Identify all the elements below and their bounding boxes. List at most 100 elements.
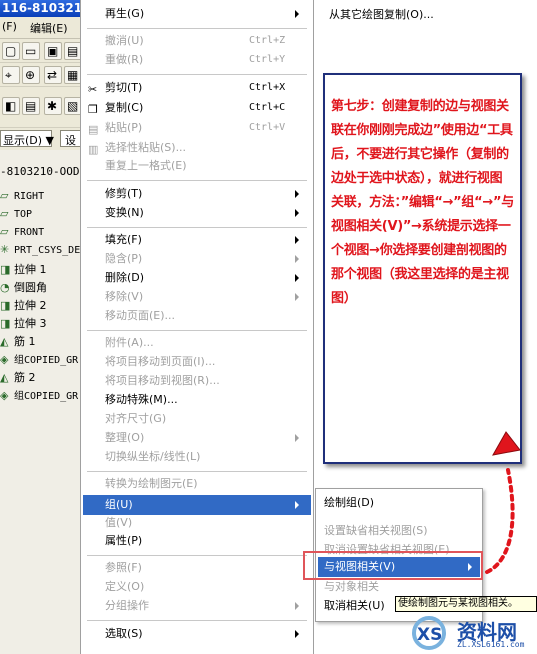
menu-item-copy[interactable]: ❐ 复制(C) Ctrl+C: [83, 98, 311, 118]
submenu-arrow-icon: [295, 293, 299, 301]
tree-item[interactable]: ▱ TOP: [0, 207, 32, 225]
menu-separator: [87, 227, 307, 228]
submenu-arrow-icon: [295, 255, 299, 263]
menu-separator: [87, 620, 307, 621]
submenu-arrow-icon: [295, 602, 299, 610]
tree-item[interactable]: ◭ 筋 1: [0, 333, 36, 351]
menu-item-select[interactable]: 选取(S): [83, 624, 311, 644]
repaint-icon[interactable]: ⌖: [2, 66, 20, 84]
menu-item-paste-special: ▥ 选择性粘贴(S)...: [83, 138, 311, 158]
watermark: XS 资料网 ZL.XSL6161.com: [405, 612, 537, 654]
submenu-arrow-icon: [295, 274, 299, 282]
datum-plane-icon: ▱: [0, 207, 9, 220]
tutorial-note-text: 第七步：创建复制的边与视图关联在你刚刚完成边”使用边“工具后，不要进行其它操作（…: [331, 99, 514, 306]
tree-item[interactable]: ✳ PRT_CSYS_DE: [0, 243, 80, 261]
zoom-icon[interactable]: ⊕: [22, 66, 40, 84]
save-icon[interactable]: ▣: [44, 42, 62, 60]
menu-item-group-operations: 分组操作: [83, 596, 311, 616]
tutorial-note-box: 第七步：创建复制的边与视图关联在你刚刚完成边”使用边“工具后，不要进行其它操作（…: [323, 73, 522, 464]
rib-icon: ◭: [0, 335, 9, 348]
scissors-icon: ✂: [88, 83, 98, 96]
regenerate-submenu: 从其它绘图复制(O)...: [315, 0, 537, 40]
csys-icon: ✳: [0, 243, 10, 256]
submenu-arrow-icon: [295, 10, 299, 18]
menu-item-trim[interactable]: 修剪(T): [83, 184, 311, 204]
menu-separator: [87, 471, 307, 472]
svg-text:XS: XS: [417, 625, 442, 645]
display-dropdown[interactable]: 显示(D) ▼: [0, 130, 54, 147]
group-icon: ◈: [0, 353, 9, 366]
submenu-item-relate-to-object: 与对象相关: [324, 580, 379, 593]
submenu-arrow-icon: [295, 630, 299, 638]
menu-item-attach: 附件(A)...: [105, 336, 154, 349]
submenu-arrow-icon: [295, 236, 299, 244]
copy-icon: ❐: [88, 103, 98, 116]
regenerate-icon[interactable]: ⇄: [44, 66, 62, 84]
menu-item-align-dimensions: 对齐尺寸(G): [105, 412, 167, 425]
menu-item-move-page: 移动页面(E)...: [105, 309, 176, 322]
submenu-arrow-icon: [295, 501, 299, 509]
menu-item-properties[interactable]: 属性(P): [83, 531, 311, 551]
paste-icon: ▤: [88, 123, 99, 136]
layer-icon[interactable]: ◧: [2, 97, 20, 115]
edit-menu: 再生(G) 撤消(U) Ctrl+Z 重做(R) Ctrl+Y ✂ 剪切(T) Ctrl…: [80, 0, 314, 654]
tree-item[interactable]: ◨ 拉伸 3: [0, 315, 47, 333]
target-highlight-frame: [303, 551, 483, 580]
menu-item-group[interactable]: 组(U): [83, 495, 311, 515]
tree-item[interactable]: ▱ RIGHT: [0, 189, 44, 207]
menu-item-paste: ▤ 粘贴(P) Ctrl+V: [83, 118, 311, 138]
menu-item-transform[interactable]: 变换(N): [83, 203, 311, 223]
menu-item-references: 参照(F): [105, 561, 142, 574]
open-folder-icon[interactable]: ▭: [22, 42, 40, 60]
new-file-icon[interactable]: ▢: [2, 42, 20, 60]
tree-item[interactable]: ▱ FRONT: [0, 225, 44, 243]
menu-item-fill[interactable]: 填充(F): [83, 230, 311, 250]
menu-item-value: 值(V): [105, 516, 133, 529]
datum-plane-icon: ▱: [0, 225, 9, 238]
menu-item-regenerate[interactable]: 再生(G): [83, 4, 311, 24]
datum-plane-icon: ▱: [0, 189, 9, 202]
menu-item-undo: 撤消(U) Ctrl+Z: [105, 34, 286, 47]
menu-separator: [87, 330, 307, 331]
menu-item-delete[interactable]: 删除(D): [83, 268, 311, 288]
menu-item-redo: 重做(R) Ctrl+Y: [105, 53, 286, 66]
menu-separator: [87, 555, 307, 556]
tree-item[interactable]: ◭ 筋 2: [0, 369, 36, 387]
copy-from-other-drawing-item[interactable]: 从其它绘图复制(O)...: [329, 6, 434, 22]
submenu-item-set-default-view: 设置缺省相关视图(S): [324, 524, 428, 537]
round-icon: ◔: [0, 281, 10, 294]
submenu-item-draft-group[interactable]: 绘制组(D): [318, 493, 480, 513]
watermark-url: ZL.XSL6161.com: [457, 640, 525, 649]
rib-icon: ◭: [0, 371, 9, 384]
model-tree-root[interactable]: -8103210-OOD.: [0, 165, 86, 178]
tooltip: 使绘制图元与某视图相关。: [395, 596, 537, 612]
menu-file[interactable]: (F): [2, 20, 17, 33]
menu-separator: [87, 28, 307, 29]
group-icon: ◈: [0, 389, 9, 402]
menu-item-convert-to-draft: 转换为绘制图元(E): [105, 477, 198, 490]
tree-item[interactable]: ◨ 拉伸 2: [0, 297, 47, 315]
note-icon[interactable]: ▤: [22, 97, 40, 115]
menu-item-cleanup: 整理(O): [83, 428, 311, 448]
extrude-icon: ◨: [0, 263, 11, 276]
submenu-arrow-icon: [295, 190, 299, 198]
submenu-arrow-icon: [295, 209, 299, 217]
menu-item-move-special[interactable]: 移动特殊(M)...: [83, 390, 311, 410]
extrude-icon: ◨: [0, 317, 11, 330]
star-icon[interactable]: ✱: [44, 97, 62, 115]
window-title: 116-810321: [2, 1, 83, 15]
submenu-arrow-icon: [295, 434, 299, 442]
tree-item[interactable]: ◈ 组COPIED_GR: [0, 387, 78, 405]
watermark-logo-icon: XS: [412, 616, 446, 650]
tree-item[interactable]: ◈ 组COPIED_GR: [0, 351, 78, 369]
menu-item-repeat-format: 重复上一格式(E): [105, 159, 187, 172]
extrude-icon: ◨: [0, 299, 11, 312]
menu-item-remove: 移除(V): [83, 287, 311, 307]
menu-edit[interactable]: 编辑(E): [30, 20, 68, 36]
menu-item-cut[interactable]: ✂ 剪切(T) Ctrl+X: [83, 78, 311, 98]
tree-item[interactable]: ◔ 倒圆角: [0, 279, 47, 297]
menu-item-define: 定义(O): [105, 580, 145, 593]
menu-item-move-to-page: 将项目移动到页面(I)...: [105, 355, 216, 368]
menu-item-move-to-view: 将项目移动到视图(R)...: [105, 374, 220, 387]
tree-item[interactable]: ◨ 拉伸 1: [0, 261, 47, 279]
